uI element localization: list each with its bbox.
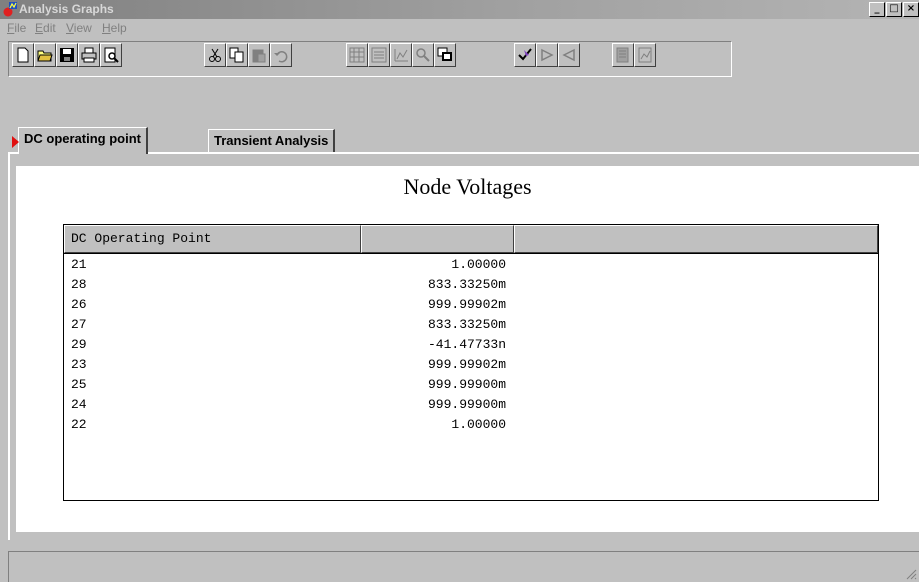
maximize-button[interactable]: □ [886,2,902,17]
cut-button[interactable] [204,43,226,67]
undo-icon [274,51,288,63]
node-voltage: 1.00000 [451,417,506,432]
copy-icon [229,47,244,63]
export-chart-icon [638,47,652,63]
graph-title: Node Voltages [403,174,532,199]
status-bar [8,551,919,582]
resize-grip-icon[interactable] [905,568,917,580]
open-button[interactable] [34,43,56,67]
node-name: 27 [71,317,87,332]
cursor-check-icon [518,48,532,61]
zoom-button[interactable] [412,43,434,67]
column-header-node[interactable]: DC Operating Point [64,225,361,253]
tab-dc-operating-point[interactable]: DC operating point [18,127,148,154]
cut-icon [209,48,221,62]
minimize-button[interactable]: _ [869,2,885,17]
menu-bar: File Edit View Help [0,19,919,39]
print-preview-button[interactable] [100,43,122,67]
title-bar[interactable]: Analysis Graphs _ □ × [0,0,919,19]
dc-operating-point-table: DC Operating Point 21 1.00000 28 833.33250m… [63,224,879,501]
new-file-icon [17,47,29,63]
print-button[interactable] [78,43,100,67]
graph-area: Node Voltages DC Operating Point 21 1.000… [16,166,919,532]
export-icon [616,47,629,63]
node-voltage: 833.33250m [427,277,506,292]
export-button[interactable] [612,43,634,67]
open-folder-icon [37,50,53,62]
cursor-check-button[interactable] [514,43,536,67]
paste-button[interactable] [248,43,270,67]
table-row[interactable]: 27 833.33250m [64,315,878,335]
grid-button[interactable] [346,43,368,67]
undo-button[interactable] [270,43,292,67]
export-chart-button[interactable] [634,43,656,67]
print-icon [81,47,97,63]
active-tab-marker-icon [12,136,19,148]
menu-file[interactable]: File [7,21,26,35]
close-button[interactable]: × [903,2,919,17]
table-row[interactable]: 21 1.00000 [64,255,878,275]
table-header: DC Operating Point [64,225,878,254]
save-button[interactable] [56,43,78,67]
window-title: Analysis Graphs [19,2,114,16]
menu-view[interactable]: View [66,21,92,35]
zoom-icon [416,48,430,62]
table-row[interactable]: 28 833.33250m [64,275,878,295]
copy-button[interactable] [226,43,248,67]
overlay-icon [437,47,452,61]
paste-icon [252,49,266,63]
list-button[interactable] [368,43,390,67]
node-name: 24 [71,397,87,412]
node-name: 29 [71,337,87,352]
table-row[interactable]: 23 999.99902m [64,355,878,375]
print-preview-icon [104,47,119,63]
cursor-prev-icon [562,48,575,62]
grid-icon [349,47,365,63]
table-row[interactable]: 26 999.99902m [64,295,878,315]
list-icon [371,47,387,63]
menu-help[interactable]: Help [102,21,127,35]
node-name: 23 [71,357,87,372]
node-voltage: 999.99900m [427,377,506,392]
column-header-extra[interactable] [514,225,878,253]
node-voltage: -41.47733n [427,337,506,352]
analysis-graphs-window: Analysis Graphs _ □ × File Edit View Hel… [0,0,919,582]
table-row[interactable]: 24 999.99900m [64,395,878,415]
cursor-next-button[interactable] [536,43,558,67]
node-name: 28 [71,277,87,292]
cursor-prev-button[interactable] [558,43,580,67]
node-voltage: 999.99902m [427,357,506,372]
chart-button[interactable] [390,43,412,67]
node-voltage: 999.99902m [427,297,506,312]
tab-transient-analysis[interactable]: Transient Analysis [208,129,336,153]
node-name: 25 [71,377,87,392]
table-row[interactable]: 29 -41.47733n [64,335,878,355]
node-name: 21 [71,257,87,272]
app-icon [3,2,17,17]
column-header-value[interactable] [361,225,514,253]
node-name: 26 [71,297,87,312]
node-name: 22 [71,417,87,432]
window-controls: _ □ × [868,2,919,17]
save-icon [60,48,74,62]
table-row[interactable]: 22 1.00000 [64,415,878,435]
chart-icon [394,49,408,62]
cursor-next-icon [541,48,554,62]
node-voltage: 833.33250m [427,317,506,332]
node-voltage: 999.99900m [427,397,506,412]
overlay-button[interactable] [434,43,456,67]
new-button[interactable] [12,43,34,67]
table-row[interactable]: 25 999.99900m [64,375,878,395]
menu-edit[interactable]: Edit [35,21,56,35]
node-voltage: 1.00000 [451,257,506,272]
